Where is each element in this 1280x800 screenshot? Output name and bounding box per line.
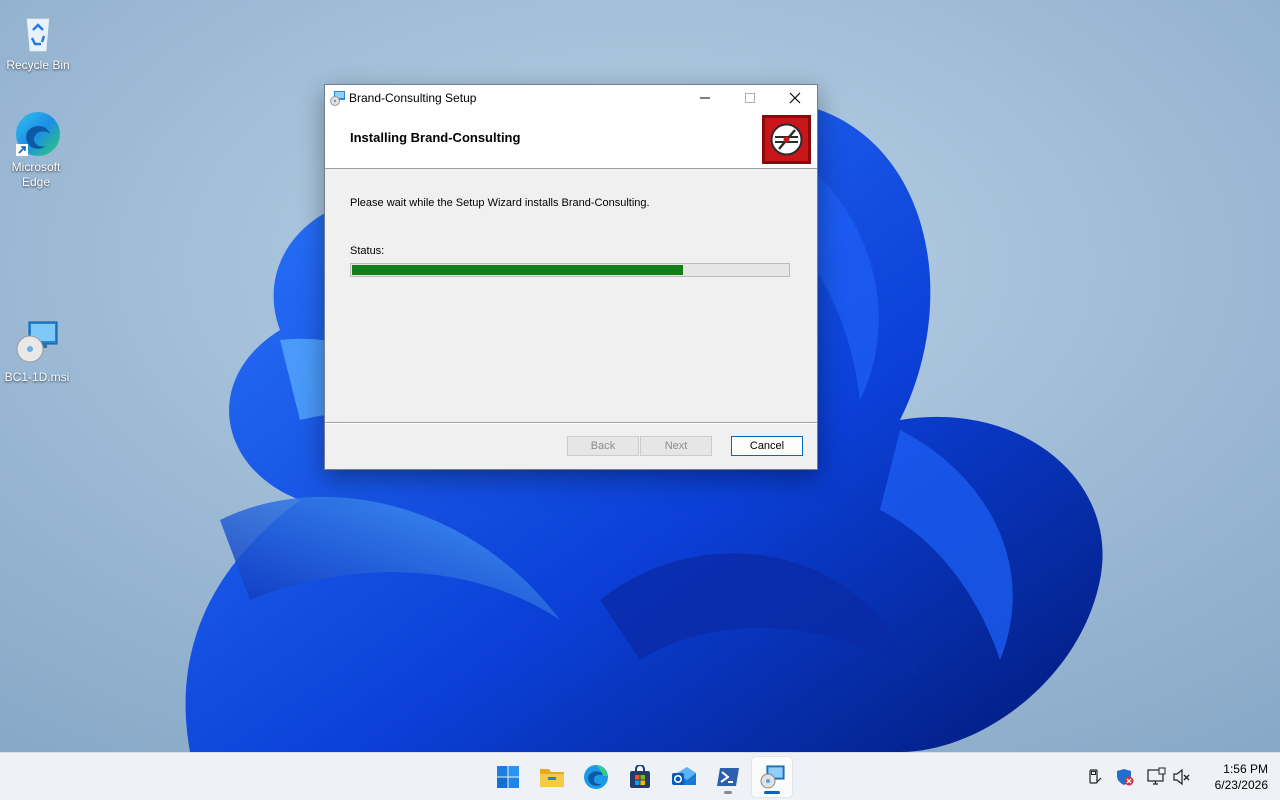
wizard-heading: Installing Brand-Consulting xyxy=(350,130,521,145)
running-indicator xyxy=(724,791,732,794)
usb-icon xyxy=(1089,769,1102,784)
volume-muted-icon xyxy=(1173,768,1190,786)
clock-time: 1:56 PM xyxy=(1223,762,1268,776)
desktop-icon-msi[interactable]: BC1-1D.msi xyxy=(0,320,75,385)
windows-start-icon xyxy=(497,766,519,788)
back-button[interactable]: Back xyxy=(567,436,639,456)
close-icon xyxy=(789,92,800,103)
install-progress-bar xyxy=(350,263,790,277)
folder-icon xyxy=(540,769,564,787)
tray-volume[interactable] xyxy=(1172,767,1192,787)
clock-date: 6/23/2026 xyxy=(1214,778,1268,792)
recycle-bin-icon xyxy=(14,8,62,56)
setup-app-icon xyxy=(330,90,346,106)
installer-icon xyxy=(760,765,785,789)
progress-fill xyxy=(352,265,683,275)
security-alert-icon xyxy=(1117,769,1134,786)
desktop-icon-recycle-bin[interactable]: Recycle Bin xyxy=(0,8,76,73)
tray-security[interactable] xyxy=(1115,767,1135,787)
active-indicator xyxy=(764,791,780,794)
maximize-icon xyxy=(744,92,755,103)
next-button[interactable]: Next xyxy=(640,436,712,456)
cancel-button[interactable]: Cancel xyxy=(731,436,803,456)
desktop-icon-label: Microsoft Edge xyxy=(11,160,61,189)
msi-installer-icon xyxy=(13,320,61,368)
setup-dialog: Brand-Consulting Setup Installing Brand-… xyxy=(324,84,818,470)
outlook-icon xyxy=(672,767,696,785)
taskbar-edge[interactable] xyxy=(576,757,616,797)
tray-network[interactable] xyxy=(1146,767,1166,787)
maximize-button[interactable] xyxy=(727,85,772,110)
minimize-button[interactable] xyxy=(682,85,727,110)
powershell-icon xyxy=(717,768,739,786)
taskbar-outlook[interactable] xyxy=(664,757,704,797)
close-button[interactable] xyxy=(772,85,817,110)
desktop-icon-label: Recycle Bin xyxy=(6,58,70,72)
network-icon xyxy=(1147,767,1166,785)
wizard-banner: Installing Brand-Consulting xyxy=(325,110,817,169)
minimize-icon xyxy=(699,97,710,98)
install-description: Please wait while the Setup Wizard insta… xyxy=(350,197,650,209)
taskbar-file-explorer[interactable] xyxy=(532,757,572,797)
edge-icon xyxy=(12,110,60,158)
taskbar-powershell[interactable] xyxy=(708,757,748,797)
system-clock[interactable]: 1:56 PM 6/23/2026 xyxy=(1196,761,1268,793)
taskbar-start-button[interactable] xyxy=(488,757,528,797)
button-divider xyxy=(325,422,817,424)
desktop-icon-label: BC1-1D.msi xyxy=(4,370,70,384)
title-bar[interactable]: Brand-Consulting Setup xyxy=(325,85,817,110)
edge-icon xyxy=(584,765,608,789)
product-logo-icon xyxy=(762,115,811,164)
desktop-icon-edge[interactable]: Microsoft Edge xyxy=(0,110,74,190)
taskbar: 1:56 PM 6/23/2026 xyxy=(0,752,1280,800)
tray-usb[interactable] xyxy=(1084,767,1104,787)
window-title: Brand-Consulting Setup xyxy=(349,91,477,105)
store-icon xyxy=(630,765,650,788)
taskbar-setup[interactable] xyxy=(752,757,792,797)
taskbar-store[interactable] xyxy=(620,757,660,797)
status-label: Status: xyxy=(350,245,385,257)
